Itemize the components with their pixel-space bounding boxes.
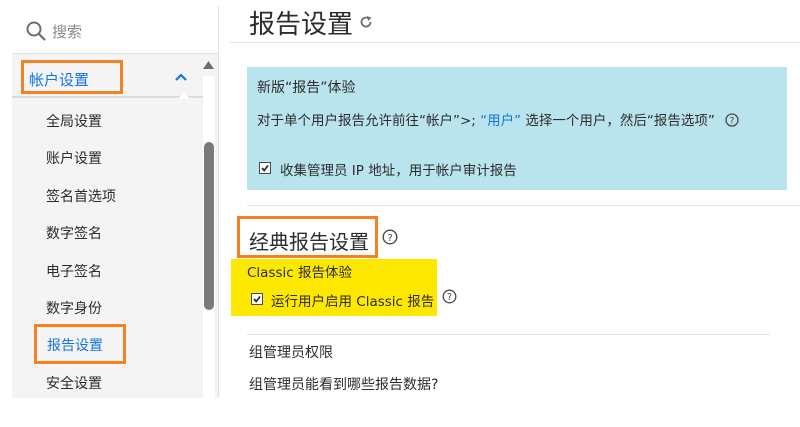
sidebar: 搜索 帐户设置 全局设置 账户设置 签名首选项 数字签名 电子签名 数字身份 报… bbox=[12, 6, 219, 398]
sidebar-item-digital-signatures[interactable]: 数字签名 bbox=[46, 223, 102, 243]
classic-settings-heading-highlight: 经典报告设置 bbox=[237, 216, 378, 258]
new-experience-description: 对于单个用户报告允许前往“帐户”>; “用户” 选择一个用户，然后“报告选项” … bbox=[257, 111, 767, 132]
sidebar-item-account-settings[interactable]: 账户设置 bbox=[46, 148, 102, 168]
classic-experience-title: Classic 报告体验 bbox=[247, 265, 352, 281]
checkmark-icon bbox=[253, 295, 261, 303]
svg-text:?: ? bbox=[730, 117, 735, 127]
help-icon[interactable]: ? bbox=[725, 113, 739, 127]
section-divider bbox=[12, 96, 204, 98]
help-icon[interactable]: ? bbox=[382, 229, 398, 245]
chevron-up-icon[interactable] bbox=[174, 72, 188, 82]
sidebar-section-account-settings[interactable]: 帐户设置 bbox=[21, 60, 123, 94]
sidebar-item-report-settings[interactable]: 报告设置 bbox=[34, 324, 126, 364]
pointer-icon bbox=[178, 92, 190, 99]
checkmark-icon bbox=[261, 164, 269, 172]
page-title: 报告设置 bbox=[249, 10, 354, 40]
header-divider bbox=[230, 42, 800, 43]
svg-text:?: ? bbox=[447, 292, 452, 303]
sidebar-item-global-settings[interactable]: 全局设置 bbox=[46, 111, 102, 131]
enable-classic-checkbox[interactable] bbox=[251, 293, 263, 305]
description-text: 对于单个用户报告允许前往“帐户”>; bbox=[257, 113, 481, 129]
group-divider bbox=[247, 334, 770, 335]
search-input[interactable]: 搜索 bbox=[52, 21, 82, 42]
scroll-up-arrow-icon[interactable] bbox=[203, 61, 214, 69]
refresh-icon[interactable] bbox=[359, 15, 373, 29]
sidebar-item-electronic-signatures[interactable]: 电子签名 bbox=[46, 261, 102, 281]
scrollbar-thumb[interactable] bbox=[204, 142, 214, 310]
sidebar-item-digital-identity[interactable]: 数字身份 bbox=[46, 298, 102, 318]
sidebar-section-label: 帐户设置 bbox=[29, 71, 90, 89]
new-report-experience-panel: 新版“报告”体验 对于单个用户报告允许前往“帐户”>; “用户” 选择一个用户，… bbox=[247, 67, 787, 190]
collect-ip-checkbox[interactable] bbox=[259, 162, 271, 174]
group-admin-permissions-title: 组管理员权限 bbox=[249, 345, 333, 361]
search-icon bbox=[26, 21, 46, 41]
users-link[interactable]: “用户” bbox=[480, 113, 521, 129]
section-divider bbox=[247, 205, 800, 206]
new-experience-title: 新版“报告”体验 bbox=[257, 80, 356, 96]
description-text-end: 选择一个用户，然后“报告选项” bbox=[521, 113, 715, 129]
sidebar-item-signature-preferences[interactable]: 签名首选项 bbox=[46, 186, 116, 206]
svg-text:?: ? bbox=[387, 233, 392, 244]
search-box[interactable]: 搜索 bbox=[12, 6, 218, 54]
collect-ip-label: 收集管理员 IP 地址，用于帐户审计报告 bbox=[280, 163, 517, 179]
enable-classic-label: 运行用户启用 Classic 报告 bbox=[271, 294, 435, 310]
sidebar-item-security-settings[interactable]: 安全设置 bbox=[46, 373, 102, 393]
help-icon[interactable]: ? bbox=[442, 289, 457, 304]
group-admin-question: 组管理员能看到哪些报告数据? bbox=[249, 377, 439, 393]
classic-settings-heading: 经典报告设置 bbox=[249, 230, 369, 254]
classic-reports-highlight: Classic 报告体验 运行用户启用 Classic 报告 bbox=[231, 259, 437, 316]
